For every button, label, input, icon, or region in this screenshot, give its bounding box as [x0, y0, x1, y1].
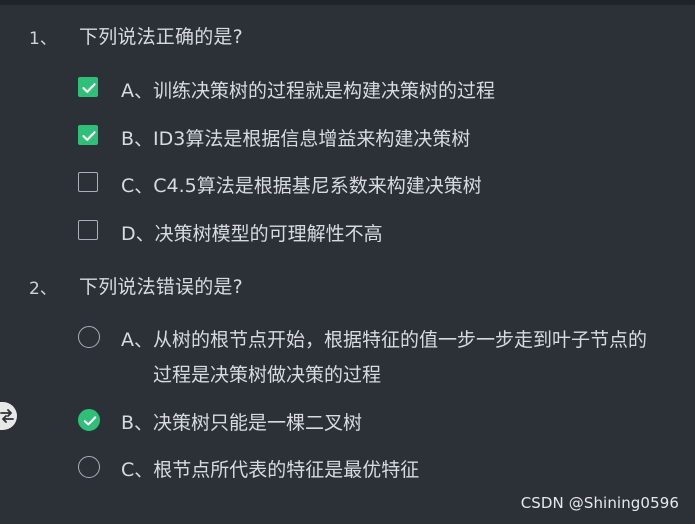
option-label: A、训练决策树的过程就是构建决策树的过程 [121, 80, 495, 102]
option-label: A、从树的根节点开始，根据特征的值一步一步走到叶子节点的 [121, 329, 647, 351]
watermark: CSDN @Shining0596 [520, 494, 679, 512]
top-strip [0, 0, 695, 5]
radio-empty-icon[interactable] [78, 456, 100, 478]
checkbox-empty-icon[interactable] [78, 220, 98, 240]
side-tab-button[interactable] [0, 402, 17, 430]
radio-empty-icon[interactable] [78, 326, 100, 348]
question-2-number: 2、 [29, 279, 57, 299]
option-label: D、决策树模型的可理解性不高 [121, 223, 383, 245]
swap-arrows-icon [0, 409, 14, 423]
option-label: B、决策树只能是一棵二叉树 [121, 412, 363, 434]
option-label: C、根节点所代表的特征是最优特征 [121, 459, 420, 481]
question-2-text: 下列说法错误的是? [79, 276, 243, 298]
question-1-text: 下列说法正确的是? [79, 26, 243, 48]
option-label: C、C4.5算法是根据基尼系数来构建决策树 [121, 175, 482, 197]
checkbox-empty-icon[interactable] [78, 172, 98, 192]
option-label-line-2: 过程是决策树做决策的过程 [153, 364, 382, 386]
radio-checked-icon[interactable] [78, 409, 100, 431]
checkbox-checked-icon[interactable] [78, 125, 98, 145]
checkbox-checked-icon[interactable] [78, 77, 98, 97]
question-1-number: 1、 [29, 29, 57, 49]
option-label: B、ID3算法是根据信息增益来构建决策树 [121, 128, 471, 150]
